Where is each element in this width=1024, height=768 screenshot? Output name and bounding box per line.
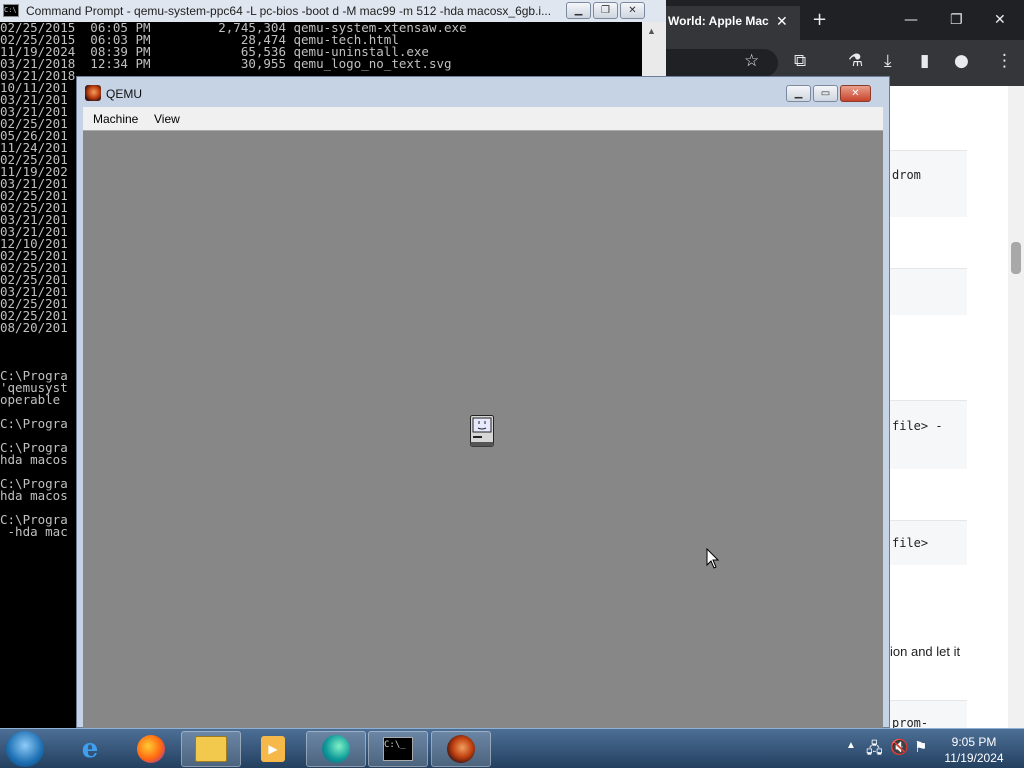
cmd-titlebar[interactable]: C:\ Command Prompt - qemu-system-ppc64 -… [0, 0, 666, 22]
code-snippet: drom [892, 168, 921, 182]
new-tab-icon[interactable]: + [812, 9, 827, 30]
browser-minimize-icon[interactable]: — [904, 12, 918, 28]
console-line: 03/21/2018 12:34 PM 30,955 qemu_logo_no_… [0, 56, 452, 71]
edge-icon [322, 735, 350, 763]
labs-flask-icon[interactable]: ⚗ [848, 51, 863, 71]
download-icon[interactable]: ⤓ [884, 51, 892, 71]
taskbar-edge[interactable] [306, 731, 366, 767]
browser-tabbar: World: Apple Mac ✕ + — ❐ ✕ [666, 0, 1024, 40]
internet-explorer-icon: e [81, 734, 99, 764]
code-block: drom [890, 150, 967, 217]
scrollbar-thumb[interactable] [1011, 242, 1021, 274]
taskbar: e ▶ C:\_ ▲ 🖧 🔇 ⚑ 9:05 PM 11/19/2024 [0, 728, 1024, 768]
page-paragraph: ion and let it [890, 644, 961, 659]
more-menu-icon[interactable]: ⋮ [996, 51, 1013, 71]
taskbar-media-player[interactable]: ▶ [243, 731, 303, 767]
show-hidden-icons-icon[interactable]: ▲ [846, 740, 856, 751]
qemu-title: QEMU [106, 87, 142, 101]
qemu-maximize-button[interactable]: ▭ [813, 85, 838, 102]
qemu-titlebar[interactable]: QEMU ▁ ▭ ✕ [77, 77, 889, 107]
media-player-icon: ▶ [261, 736, 285, 762]
cmd-close-button[interactable]: ✕ [620, 2, 645, 19]
scroll-up-arrow-icon[interactable]: ▲ [647, 26, 656, 36]
firefox-icon [137, 735, 165, 763]
taskbar-qemu[interactable] [431, 731, 491, 767]
command-prompt-icon: C:\_ [383, 737, 413, 761]
cmd-icon: C:\ [3, 4, 19, 17]
emulator-display[interactable] [83, 131, 883, 729]
clock-time: 9:05 PM [951, 735, 997, 749]
volume-muted-icon[interactable]: 🔇 [890, 738, 909, 756]
code-block: prom- [890, 700, 967, 730]
cmd-title: Command Prompt - qemu-system-ppc64 -L pc… [26, 4, 552, 18]
browser-maximize-icon[interactable]: ❐ [950, 12, 963, 28]
cmd-restore-button[interactable]: ❐ [593, 2, 618, 19]
qemu-window: QEMU ▁ ▭ ✕ Machine View [76, 76, 890, 729]
mouse-cursor-icon [706, 548, 720, 569]
address-bar[interactable] [666, 49, 778, 77]
taskbar-firefox[interactable] [121, 731, 181, 767]
code-block: file> - [890, 400, 967, 469]
taskbar-internet-explorer[interactable]: e [60, 731, 120, 767]
code-snippet: file> [892, 536, 929, 550]
action-center-flag-icon[interactable]: ⚑ [914, 738, 927, 756]
extensions-icon[interactable]: ⧉ [794, 51, 806, 71]
taskbar-file-explorer[interactable] [181, 731, 241, 767]
menu-view[interactable]: View [154, 112, 180, 126]
qemu-app-icon [85, 85, 101, 101]
tab-close-icon[interactable]: ✕ [776, 6, 788, 36]
profile-avatar-icon[interactable]: ● [954, 51, 969, 71]
qemu-close-button[interactable]: ✕ [840, 85, 871, 102]
network-icon[interactable]: 🖧 [866, 738, 883, 763]
bookmark-star-icon[interactable]: ☆ [744, 51, 759, 71]
qemu-menubar: Machine View [83, 107, 883, 131]
browser-scrollbar[interactable] [1008, 86, 1024, 728]
browser-tab-title: World: Apple Mac [668, 14, 769, 28]
browser-close-icon[interactable]: ✕ [994, 12, 1006, 28]
taskbar-command-prompt[interactable]: C:\_ [368, 731, 428, 767]
qemu-icon [447, 735, 475, 763]
cmd-minimize-button[interactable]: ▁ [566, 2, 591, 19]
clock-date: 11/19/2024 [944, 751, 1004, 765]
browser-tab-active[interactable]: World: Apple Mac ✕ [666, 6, 800, 40]
folder-icon [195, 736, 227, 762]
happy-mac-icon [470, 415, 494, 447]
start-button[interactable] [6, 731, 44, 767]
qemu-minimize-button[interactable]: ▁ [786, 85, 811, 102]
side-panel-icon[interactable]: ▮ [920, 51, 929, 71]
code-block [890, 268, 967, 315]
code-snippet: file> - [892, 419, 943, 433]
code-block: file> [890, 520, 967, 565]
menu-machine[interactable]: Machine [93, 112, 138, 126]
system-clock[interactable]: 9:05 PM 11/19/2024 [930, 734, 1018, 766]
